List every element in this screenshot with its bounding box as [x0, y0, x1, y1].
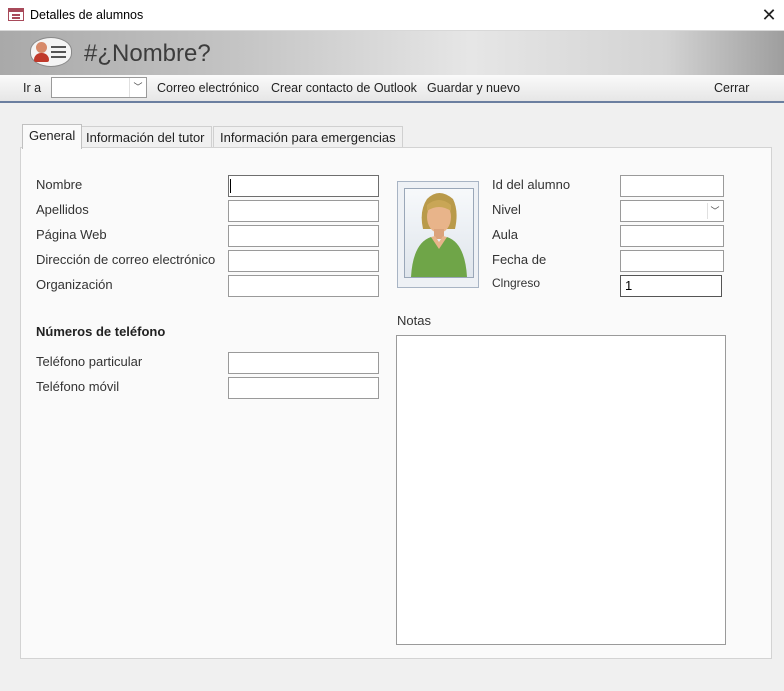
clngreso-field[interactable]: 1 [620, 275, 722, 297]
save-and-new-button[interactable]: Guardar y nuevo [427, 81, 520, 95]
chevron-down-icon[interactable]: ﹀ [707, 203, 722, 219]
window-titlebar: Detalles de alumnos ✕ [0, 0, 784, 31]
student-photo[interactable] [397, 181, 479, 288]
organizacion-field[interactable] [228, 275, 379, 297]
form-app-icon [8, 8, 24, 21]
nombre-field[interactable] [228, 175, 379, 197]
tab-general[interactable]: General [22, 124, 83, 149]
fecha-de-label: Fecha de [492, 252, 547, 267]
pagina-web-label: Página Web [36, 227, 107, 242]
form-toolbar: Ir a ﹀ Correo electrónico Crear contacto… [0, 75, 784, 103]
person-silhouette-icon [404, 188, 474, 278]
telefono-particular-field[interactable] [228, 352, 379, 374]
apellidos-field[interactable] [228, 200, 379, 222]
form-header: #¿Nombre? [0, 31, 784, 75]
tab-tutor-info[interactable]: Información del tutor [79, 126, 212, 148]
telefono-particular-label: Teléfono particular [36, 354, 143, 369]
contact-card-icon [30, 37, 72, 67]
aula-field[interactable] [620, 225, 724, 247]
nivel-label: Nivel [492, 202, 521, 217]
aula-label: Aula [492, 227, 519, 242]
goto-label: Ir a [23, 81, 42, 95]
nivel-combobox[interactable]: ﹀ [620, 200, 724, 222]
apellidos-label: Apellidos [36, 202, 89, 217]
phones-section-title: Números de teléfono [36, 324, 166, 339]
create-outlook-contact-button[interactable]: Crear contacto de Outlook [271, 81, 417, 95]
window-title: Detalles de alumnos [30, 8, 144, 22]
clngreso-label: Clngreso [492, 276, 541, 290]
tab-emergency-info[interactable]: Información para emergencias [213, 126, 403, 148]
nombre-label: Nombre [36, 177, 83, 192]
correo-label: Dirección de correo electrónico [36, 252, 216, 267]
pagina-web-field[interactable] [228, 225, 379, 247]
window-close-button[interactable]: ✕ [754, 0, 784, 30]
email-button[interactable]: Correo electrónico [157, 81, 259, 95]
id-alumno-label: Id del alumno [492, 177, 571, 192]
form-title: #¿Nombre? [84, 40, 211, 67]
notas-label: Notas [397, 313, 431, 328]
correo-field[interactable] [228, 250, 379, 272]
clngreso-value: 1 [625, 278, 633, 293]
close-form-button[interactable]: Cerrar [714, 81, 749, 95]
telefono-movil-label: Teléfono móvil [36, 379, 120, 394]
chevron-down-icon[interactable]: ﹀ [129, 78, 146, 97]
id-alumno-field[interactable] [620, 175, 724, 197]
goto-combobox[interactable]: ﹀ [51, 77, 147, 98]
text-caret [230, 179, 231, 193]
fecha-de-field[interactable] [620, 250, 724, 272]
telefono-movil-field[interactable] [228, 377, 379, 399]
notas-textarea[interactable] [396, 335, 726, 645]
organizacion-label: Organización [36, 277, 113, 292]
